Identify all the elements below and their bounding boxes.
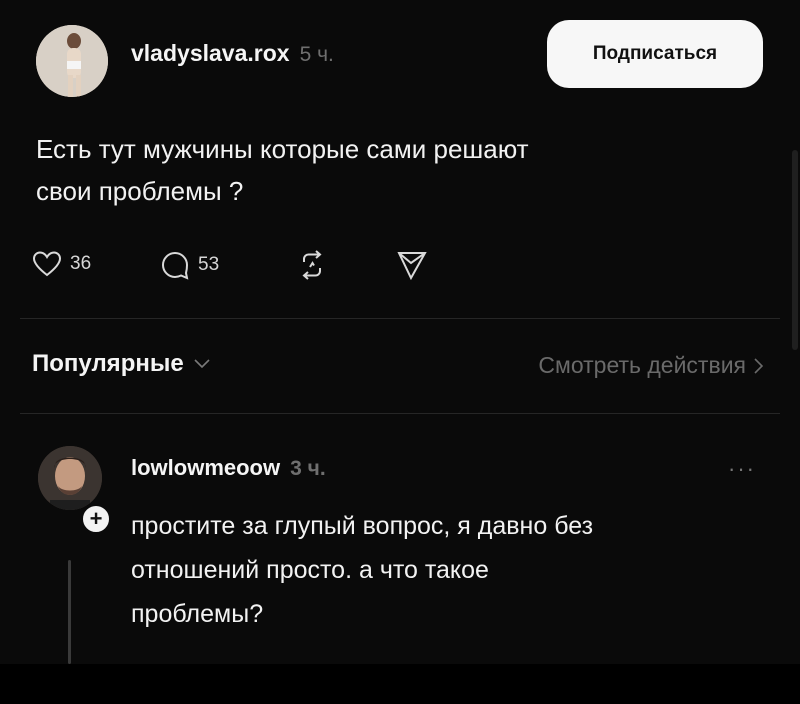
repost-icon: [302, 250, 322, 280]
view-activity-label: Смотреть действия: [538, 352, 746, 378]
like-count: 36: [70, 253, 92, 274]
post-text-line: свои проблемы ?: [36, 176, 244, 206]
avatar-photo: [38, 446, 102, 510]
more-options-button[interactable]: ···: [728, 456, 756, 482]
sort-dropdown[interactable]: Популярные: [32, 350, 210, 378]
comment-text: простите за глупый вопрос, я давно без о…: [131, 504, 771, 636]
repost-button[interactable]: [296, 250, 328, 280]
comment-username[interactable]: lowlowmeoow: [131, 455, 280, 481]
chevron-right-icon: [754, 357, 764, 374]
send-icon: [397, 252, 427, 280]
comment-text-line: простите за глупый вопрос, я давно без: [131, 512, 594, 540]
comment-button[interactable]: 53: [160, 250, 219, 280]
comment-author-row: lowlowmeoow 3 ч.: [131, 455, 326, 481]
post-timestamp: 5 ч.: [299, 43, 334, 66]
speech-bubble-icon: [161, 251, 189, 280]
view-activity-link[interactable]: Смотреть действия: [538, 352, 764, 379]
post-username[interactable]: vladyslava.rox: [131, 40, 290, 67]
thread-line: [68, 560, 71, 664]
follow-button[interactable]: Подписаться: [547, 20, 763, 88]
follow-plus-badge[interactable]: +: [80, 503, 112, 535]
post-author-row: vladyslava.rox 5 ч.: [131, 40, 334, 67]
post-text-line: Есть тут мужчины которые сами решают: [36, 134, 529, 164]
divider: [20, 413, 780, 414]
scrollbar[interactable]: [792, 150, 798, 350]
comment-text-line: отношений просто. а что такое: [131, 556, 489, 584]
post-text: Есть тут мужчины которые сами решают сво…: [36, 128, 716, 212]
post-author-avatar[interactable]: [36, 25, 108, 97]
bottom-bar: [0, 664, 800, 704]
comment-text-line: проблемы?: [131, 600, 264, 628]
heart-icon: [32, 251, 62, 277]
chevron-down-icon: [194, 359, 210, 369]
divider: [20, 318, 780, 319]
comment-count: 53: [198, 254, 220, 275]
sort-label: Популярные: [32, 350, 184, 377]
share-button[interactable]: [396, 250, 428, 280]
comment-timestamp: 3 ч.: [290, 457, 326, 480]
like-button[interactable]: 36: [32, 250, 91, 278]
comment-author-avatar[interactable]: [38, 446, 102, 510]
avatar-photo: [36, 25, 108, 97]
